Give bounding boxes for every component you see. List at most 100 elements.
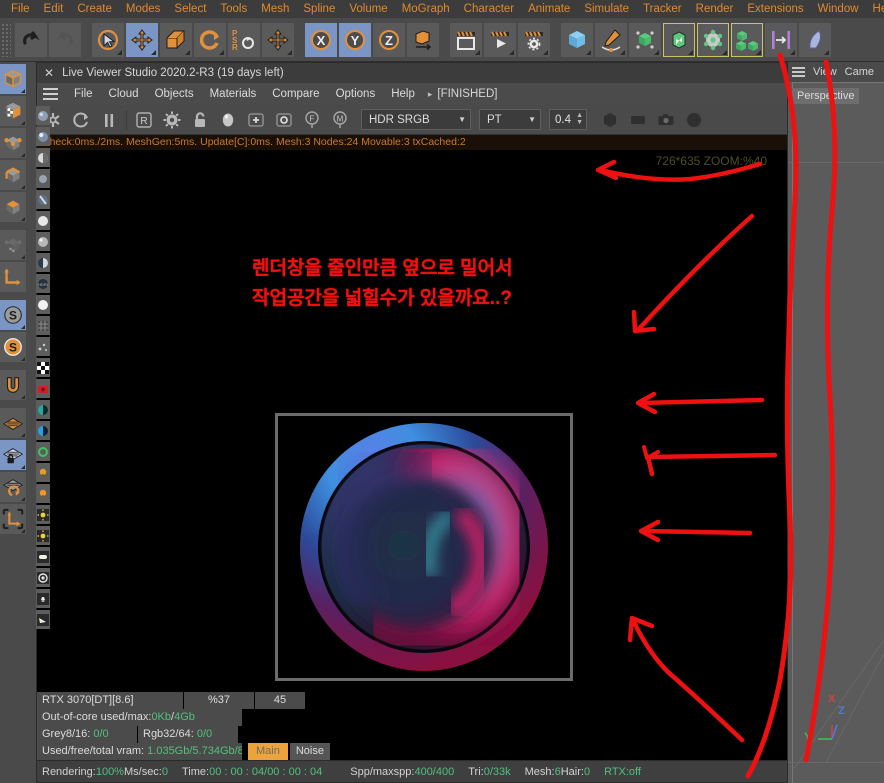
checker-icon[interactable] bbox=[36, 358, 50, 377]
render-view-icon[interactable] bbox=[450, 22, 482, 57]
camera-red-icon[interactable] bbox=[36, 379, 50, 398]
object-picker-icon[interactable] bbox=[271, 107, 297, 133]
lv-menu-materials[interactable]: Materials bbox=[202, 88, 265, 100]
pause-icon[interactable] bbox=[96, 107, 122, 133]
edges-mode-icon[interactable] bbox=[0, 160, 26, 190]
ies-light-icon[interactable] bbox=[36, 589, 50, 608]
green-ring-icon[interactable] bbox=[36, 442, 50, 461]
world-object-axis-icon[interactable] bbox=[262, 22, 294, 57]
enable-axis-modification-icon[interactable]: S bbox=[0, 300, 26, 330]
live-viewer-canvas[interactable]: 726*635 ZOOM:%40 렌더창을 줄인만큼 옆으로 밀어서 작업공간을… bbox=[37, 150, 787, 692]
lv-menu-compare[interactable]: Compare bbox=[264, 88, 327, 100]
menu-animate[interactable]: Animate bbox=[521, 0, 577, 18]
material-sphere-7-icon[interactable] bbox=[36, 232, 50, 251]
menu-create[interactable]: Create bbox=[70, 0, 119, 18]
mograph-icon[interactable] bbox=[731, 22, 763, 57]
add-region-icon[interactable] bbox=[243, 107, 269, 133]
cube-primitive-icon[interactable] bbox=[561, 22, 593, 57]
live-viewer-hamburger-icon[interactable] bbox=[43, 87, 58, 101]
main-tab-button[interactable]: Main bbox=[248, 743, 288, 760]
tree-icon-2[interactable] bbox=[36, 484, 50, 503]
pen-spline-icon[interactable] bbox=[595, 22, 627, 57]
colorspace-select[interactable]: HDR SRGB ▼ bbox=[361, 109, 471, 130]
rotate-icon[interactable] bbox=[194, 22, 226, 57]
tree-icon[interactable] bbox=[36, 463, 50, 482]
lv-menu-help[interactable]: Help bbox=[383, 88, 423, 100]
menu-select[interactable]: Select bbox=[167, 0, 213, 18]
menu-help[interactable]: Help bbox=[866, 0, 884, 18]
material-sphere-6-icon[interactable] bbox=[36, 211, 50, 230]
material-sphere-4-icon[interactable] bbox=[36, 169, 50, 188]
deformer-icon[interactable] bbox=[663, 22, 695, 57]
target-light-icon[interactable] bbox=[36, 568, 50, 587]
menu-window[interactable]: Window bbox=[811, 0, 866, 18]
material-sphere-5-icon[interactable] bbox=[36, 190, 50, 209]
area-light-icon[interactable] bbox=[36, 547, 50, 566]
psr-icon[interactable]: PSR bbox=[228, 22, 260, 57]
menu-character[interactable]: Character bbox=[457, 0, 522, 18]
camera-icon[interactable] bbox=[653, 107, 679, 133]
menu-spline[interactable]: Spline bbox=[296, 0, 342, 18]
undo-icon[interactable] bbox=[15, 22, 47, 57]
material-sphere-2-icon[interactable] bbox=[36, 127, 50, 146]
y-axis-lock-icon[interactable]: Y bbox=[339, 22, 371, 57]
toolbar-grip[interactable] bbox=[1, 22, 11, 57]
material-sphere-8-icon[interactable] bbox=[36, 253, 50, 272]
menu-mesh[interactable]: Mesh bbox=[254, 0, 296, 18]
redo-icon[interactable] bbox=[49, 22, 81, 57]
menu-tools[interactable]: Tools bbox=[213, 0, 254, 18]
close-icon[interactable]: ✕ bbox=[44, 67, 54, 79]
sun-icon[interactable] bbox=[36, 505, 50, 524]
render-settings-icon[interactable] bbox=[518, 22, 550, 57]
lv-menu-objects[interactable]: Objects bbox=[147, 88, 202, 100]
menu-tracker[interactable]: Tracker bbox=[636, 0, 689, 18]
scatter-icon[interactable] bbox=[36, 337, 50, 356]
lens-icon[interactable] bbox=[681, 107, 707, 133]
imager-icon[interactable] bbox=[625, 107, 651, 133]
material-sphere-10-icon[interactable] bbox=[36, 295, 50, 314]
light-icon[interactable] bbox=[799, 22, 831, 57]
sun-icon-2[interactable] bbox=[36, 526, 50, 545]
kernel-select[interactable]: PT ▼ bbox=[479, 109, 541, 130]
focus-pin-icon[interactable]: F bbox=[299, 107, 325, 133]
viewport-hamburger-icon[interactable] bbox=[792, 67, 805, 77]
octane-render-preview[interactable] bbox=[275, 413, 573, 681]
settings-gear-icon[interactable] bbox=[159, 107, 185, 133]
lv-menu-options[interactable]: Options bbox=[328, 88, 384, 100]
lv-menu-file[interactable]: File bbox=[66, 88, 101, 100]
material-sphere-9-icon[interactable]: HDRI bbox=[36, 274, 50, 293]
coordinate-system-icon[interactable] bbox=[407, 22, 439, 57]
menu-render[interactable]: Render bbox=[689, 0, 741, 18]
z-axis-lock-icon[interactable]: Z bbox=[373, 22, 405, 57]
snapping-icon[interactable] bbox=[765, 22, 797, 57]
aperture-icon[interactable] bbox=[597, 107, 623, 133]
grid-icon[interactable] bbox=[36, 316, 50, 335]
viewport-menu-cameras[interactable]: Came bbox=[845, 66, 874, 78]
model-mode-icon[interactable] bbox=[0, 64, 26, 94]
material-sphere-1-icon[interactable] bbox=[36, 106, 50, 125]
lv-menu-cloud[interactable]: Cloud bbox=[101, 88, 147, 100]
contrast-icon[interactable] bbox=[36, 400, 50, 419]
material-sphere-3-icon[interactable] bbox=[36, 148, 50, 167]
workplane-rotate-icon[interactable] bbox=[0, 472, 26, 502]
generator-icon[interactable] bbox=[629, 22, 661, 57]
viewport-menu-view[interactable]: View bbox=[813, 66, 837, 78]
menu-simulate[interactable]: Simulate bbox=[577, 0, 636, 18]
object-axis-icon[interactable]: S bbox=[0, 332, 26, 362]
menu-overflow-arrow-icon[interactable]: ▸ bbox=[423, 89, 438, 100]
lock-workplane-icon[interactable] bbox=[0, 440, 26, 470]
render-to-picture-viewer-icon[interactable] bbox=[484, 22, 516, 57]
contrast-blue-icon[interactable] bbox=[36, 421, 50, 440]
menu-extensions[interactable]: Extensions bbox=[740, 0, 810, 18]
viewport-solo-icon[interactable] bbox=[0, 504, 26, 534]
menu-mograph[interactable]: MoGraph bbox=[395, 0, 457, 18]
material-pin-icon[interactable]: M bbox=[327, 107, 353, 133]
exposure-stepper[interactable]: 0.4 ▲ ▼ bbox=[549, 109, 587, 130]
live-selection-icon[interactable] bbox=[92, 22, 124, 57]
move-icon[interactable] bbox=[126, 22, 158, 57]
uv-points-mode-icon[interactable] bbox=[0, 230, 26, 260]
stepper-arrows-icon[interactable]: ▲ ▼ bbox=[576, 112, 583, 126]
magnet-icon[interactable] bbox=[0, 370, 26, 400]
polygons-mode-icon[interactable] bbox=[0, 192, 26, 222]
menu-file[interactable]: File bbox=[4, 0, 37, 18]
